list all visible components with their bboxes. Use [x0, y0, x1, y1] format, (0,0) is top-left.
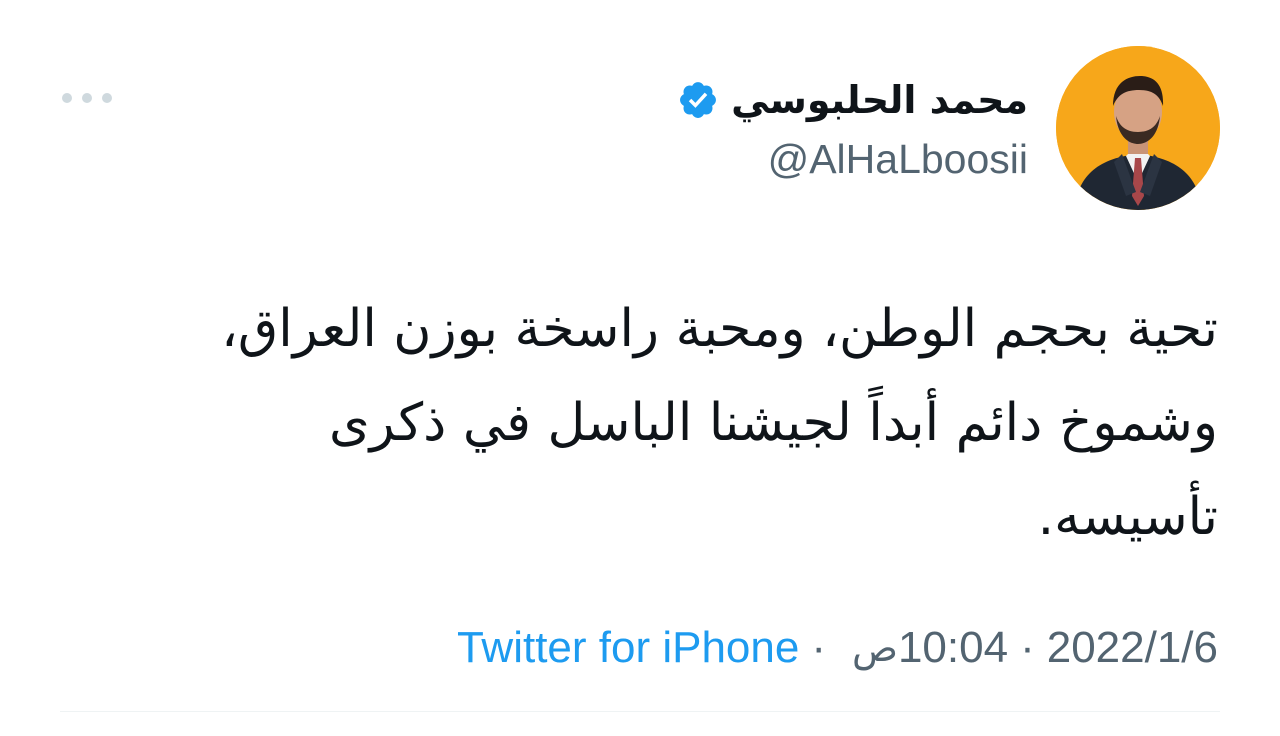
tweet-text-line: وشموخ دائم أبداً لجيشنا الباسل في ذكرى [328, 393, 1218, 453]
tweet-text-line: تأسيسه. [1037, 487, 1218, 547]
more-dot [102, 93, 112, 103]
tweet-meta: Twitter for iPhone · ص 10:04 · 2022/1/6 [457, 620, 1218, 676]
avatar[interactable] [1056, 46, 1220, 210]
tweet-text-line: تحية بحجم الوطن، ومحبة راسخة بوزن العراق… [221, 299, 1218, 359]
tweet-source-link[interactable]: Twitter for iPhone [457, 620, 799, 676]
author-display-name[interactable]: محمد الحلبوسي [731, 74, 1028, 126]
author-name-row[interactable]: محمد الحلبوسي [677, 74, 1028, 126]
meta-separator: · [1020, 623, 1035, 672]
tweet-am-pm: ص [852, 626, 898, 670]
tweet-header: محمد الحلبوسي @AlHaLboosii [677, 46, 1220, 210]
tweet-date[interactable]: 2022/1/6 [1047, 620, 1218, 676]
avatar-portrait [1056, 46, 1220, 210]
more-dot [82, 93, 92, 103]
verified-badge-icon [680, 82, 717, 118]
more-options-button[interactable] [62, 86, 112, 110]
author-identity: محمد الحلبوسي @AlHaLboosii [677, 72, 1028, 184]
tweet-card: محمد الحلبوسي @AlHaLboosii تحية بحجم الو… [0, 0, 1280, 736]
author-handle[interactable]: @AlHaLboosii [768, 134, 1028, 184]
tweet-time[interactable]: 10:04 [898, 620, 1008, 676]
divider [60, 711, 1220, 712]
meta-separator: · [811, 623, 826, 672]
tweet-text: تحية بحجم الوطن، ومحبة راسخة بوزن العراق… [88, 282, 1218, 564]
more-dot [62, 93, 72, 103]
